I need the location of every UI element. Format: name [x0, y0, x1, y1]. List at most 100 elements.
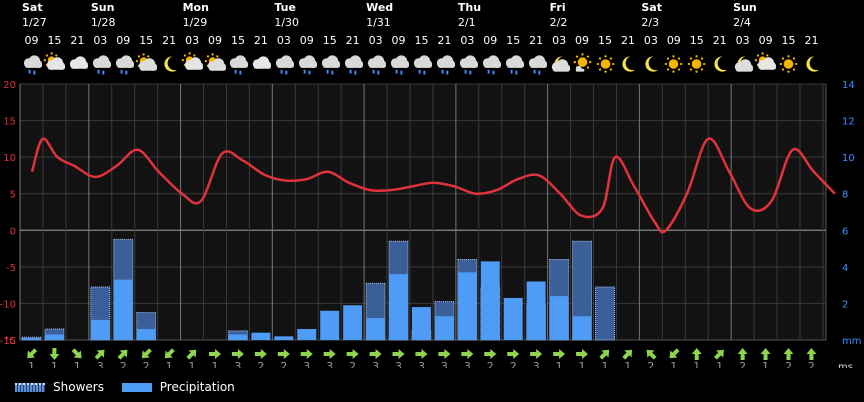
precip-bar — [526, 281, 546, 340]
y-right-tick: 2 — [842, 299, 848, 310]
wind-speed: 1 — [28, 360, 35, 368]
partly-cloudy-icon — [181, 52, 204, 76]
wind-arrow-icon — [553, 349, 566, 359]
precip-bar — [228, 334, 248, 340]
hour-label: 09 — [299, 34, 314, 47]
wind-speed: 1 — [693, 360, 700, 368]
y-left-tick: -10 — [0, 299, 16, 310]
day-date: 1/27 — [22, 16, 47, 29]
hour-label: 15 — [414, 34, 429, 47]
wind-speed: 3 — [97, 360, 104, 368]
wind-speed: 2 — [647, 360, 654, 368]
wind-speed: 3 — [464, 360, 471, 368]
cloud-rain-icon — [364, 52, 387, 76]
y-left-tick: 10 — [3, 153, 16, 164]
precipitation-swatch — [121, 382, 152, 392]
wind-arrow-icon — [208, 349, 221, 359]
hour-label: 09 — [666, 34, 681, 47]
cloud-rain-icon — [272, 52, 295, 76]
day-name: Tue — [274, 1, 296, 14]
hour-label: 03 — [643, 34, 658, 47]
wind-speed: 2 — [280, 360, 287, 368]
legend-precipitation-label: Precipitation — [159, 380, 235, 394]
cloud-rain-icon — [387, 52, 410, 76]
day-name: Fri — [549, 1, 566, 14]
day-date: 2/4 — [733, 16, 751, 29]
precip-bar — [251, 332, 271, 340]
hour-label: 09 — [483, 34, 498, 47]
cloud-rain-icon — [433, 52, 456, 76]
y-right-tick: 14 — [842, 80, 855, 91]
day-label-1: Sun 1/28 — [91, 0, 116, 30]
precip-bar — [274, 336, 294, 340]
sun-icon — [662, 52, 685, 76]
wind-speed: 1 — [601, 360, 608, 368]
sun-icon — [685, 52, 708, 76]
hour-label: 09 — [391, 34, 406, 47]
partly-cloudy-sun-icon — [204, 52, 227, 76]
wind-arrow-icon — [369, 349, 382, 359]
day-date: 1/31 — [366, 16, 391, 29]
wind-arrow-icon — [438, 349, 451, 359]
wind-arrow-icon — [49, 348, 60, 360]
wind-speed: 2 — [349, 360, 356, 368]
precip-bar — [389, 274, 408, 340]
wind-speed: 1 — [762, 360, 769, 368]
day-name: Sat — [641, 1, 662, 14]
day-name: Sun — [733, 1, 757, 14]
precip-bar — [113, 279, 133, 340]
precip-bar — [343, 305, 363, 340]
wind-speed: 3 — [395, 360, 402, 368]
moon-cloud-icon — [731, 52, 754, 76]
y-left-tick: -5 — [6, 263, 16, 274]
partly-cloudy-icon — [43, 52, 66, 76]
wind-speed: 1 — [211, 360, 218, 368]
precip-bar — [320, 310, 340, 340]
hour-label: 03 — [276, 34, 291, 47]
precip-bar — [572, 316, 592, 340]
y-left-tick: 15 — [3, 117, 16, 128]
plot-area — [19, 83, 827, 341]
wind-speed: 2 — [510, 360, 517, 368]
day-label-5: Thu 2/1 — [458, 0, 481, 30]
showers-swatch — [15, 382, 45, 392]
wind-speed: 2 — [120, 360, 127, 368]
precip-bar — [549, 296, 569, 340]
day-label-3: Tue 1/30 — [274, 0, 299, 30]
cloud-rain-icon — [502, 52, 525, 76]
wind-speed: 1 — [189, 360, 196, 368]
wind-speed: 1 — [716, 360, 723, 368]
hour-label: 21 — [253, 34, 268, 47]
wind-arrow-icon — [507, 349, 520, 359]
wind-speed: 2 — [785, 360, 792, 368]
wind-speed: 1 — [624, 360, 631, 368]
legend-showers: Showers — [15, 380, 104, 394]
hour-label: 15 — [322, 34, 337, 47]
wind-arrow-icon — [576, 349, 589, 359]
cloud-rain-icon — [20, 52, 43, 76]
hour-label: 09 — [24, 34, 39, 47]
wind-speed: 1 — [74, 360, 81, 368]
hour-label: 09 — [575, 34, 590, 47]
wind-speed: 3 — [441, 360, 448, 368]
wind-arrow-icon — [760, 348, 771, 360]
day-label-8: Sun 2/4 — [733, 0, 757, 30]
forecast-header: Sat 1/27 Sun 1/28 Mon 1/29 Tue 1/30 Wed 1/31 Thu 2/… — [0, 0, 864, 80]
wind-arrow-icon — [737, 348, 748, 360]
hour-label: 15 — [230, 34, 245, 47]
cloud-rain-icon — [112, 52, 135, 76]
y-right-tick: 12 — [842, 117, 855, 128]
hour-label: 15 — [781, 34, 796, 47]
cloud-rain-icon — [295, 52, 318, 76]
hour-label: 03 — [93, 34, 108, 47]
day-name: Mon — [182, 1, 209, 14]
hour-label: 21 — [162, 34, 177, 47]
wind-speed: 3 — [533, 360, 540, 368]
hour-label: 21 — [804, 34, 819, 47]
y-left-tick: 20 — [3, 80, 16, 91]
wind-arrow-icon — [323, 349, 336, 359]
cloudy-icon — [249, 52, 272, 76]
wind-arrow-icon — [254, 349, 267, 359]
wind-arrow-icon — [783, 348, 794, 360]
y-right-tick: 6 — [842, 226, 848, 237]
